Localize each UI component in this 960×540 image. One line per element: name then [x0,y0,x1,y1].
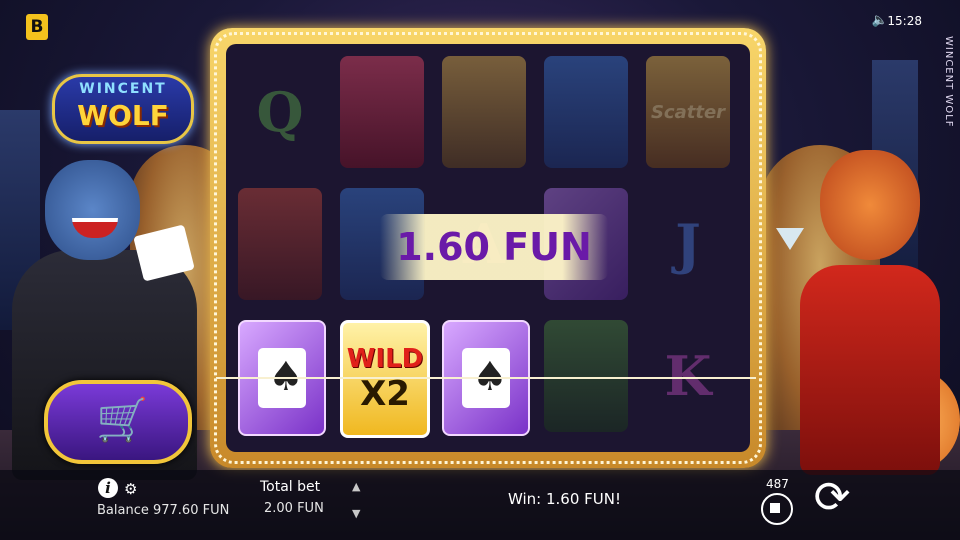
gear-icon[interactable]: ⚙ [124,480,137,498]
symbol-scatter: Scatter [646,56,730,168]
symbol-martini [544,56,628,168]
reel-1: Q [232,44,328,452]
game-title-vertical: WINCENT WOLF [943,36,954,128]
symbol-wild-x2: WILD X2 [340,320,430,438]
stop-icon [770,503,780,513]
fox-character-head [820,150,920,260]
bet-increase-icon[interactable]: ▲ [352,480,360,493]
buy-feature-button[interactable]: 🛒 [44,380,192,464]
logo-bottom-text: WOLF [77,99,169,132]
shopping-cart-icon: 🛒 [96,395,149,444]
clock: 15:28 [887,14,922,28]
symbol-ruby [340,56,424,168]
win-amount-overlay: 1.60 FUN [380,214,608,280]
reel-5: Scatter J K [640,44,736,452]
winning-payline [216,377,756,379]
wild-multiplier: X2 [360,374,410,414]
speaker-icon[interactable]: 🔈 [872,13,888,28]
martini-glass [776,228,804,250]
logo-top-text: WINCENT [79,81,167,97]
autoplay-count: 487 [766,477,789,491]
bet-decrease-icon[interactable]: ▼ [352,507,360,520]
symbol-cash [544,320,628,432]
balance-text: Balance 977.60 FUN [97,503,230,518]
symbol-wolf [442,56,526,168]
symbol-q: Q [256,80,304,144]
fox-character-body [800,265,940,475]
game-logo: WINCENT WOLF [52,74,194,144]
symbol-couple-car [238,188,322,300]
symbol-k: K [664,344,712,408]
symbol-j: J [675,212,701,276]
total-bet-value: 2.00 FUN [264,501,324,516]
wolf-character-head [45,160,140,260]
win-message: Win: 1.60 FUN! [508,490,622,508]
brand-badge: B [26,14,48,40]
wild-label: WILD [346,344,424,374]
spin-arrows-icon: ⟳ [813,472,851,523]
total-bet-label: Total bet [260,479,321,495]
spin-button[interactable]: ⟳ [808,474,856,522]
info-icon[interactable]: i [98,478,118,498]
